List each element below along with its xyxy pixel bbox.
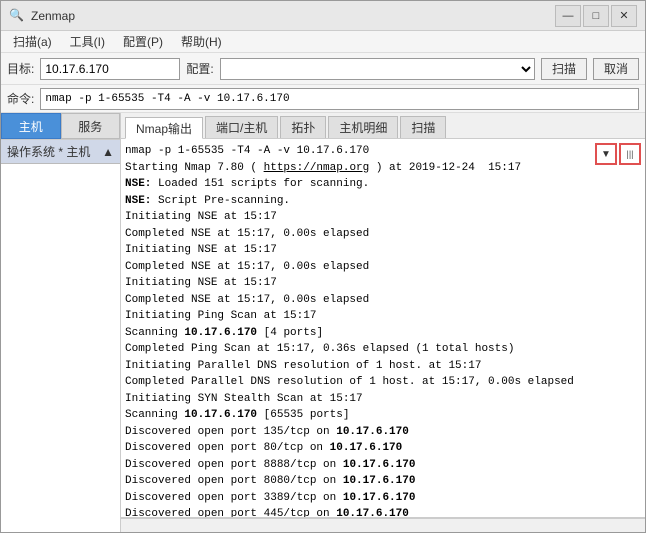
title-bar-left: 🔍 Zenmap bbox=[9, 8, 75, 24]
sidebar-tabs: 主机 服务 bbox=[1, 113, 120, 140]
sidebar-header-text: 操作系统 * 主机 bbox=[7, 143, 90, 160]
main-window: 🔍 Zenmap — □ ✕ 扫描(a) 工具(I) 配置(P) 帮助(H) 目… bbox=[0, 0, 646, 533]
cancel-button[interactable]: 取消 bbox=[593, 58, 639, 80]
tab-ports-hosts[interactable]: 端口/主机 bbox=[205, 116, 278, 138]
menu-tools[interactable]: 工具(I) bbox=[62, 31, 113, 52]
scan-button[interactable]: 扫描 bbox=[541, 58, 587, 80]
tab-nmap-output[interactable]: Nmap输出 bbox=[125, 117, 203, 139]
maximize-button[interactable]: □ bbox=[583, 5, 609, 27]
menu-profile[interactable]: 配置(P) bbox=[115, 31, 171, 52]
tab-topology[interactable]: 拓扑 bbox=[280, 116, 326, 138]
target-input[interactable] bbox=[40, 58, 180, 80]
output-text: nmap -p 1-65535 -T4 -A -v 10.17.6.170 St… bbox=[125, 143, 641, 518]
output-area: ▼ ||| nmap -p 1-65535 -T4 -A -v 10.17.6.… bbox=[121, 139, 645, 518]
target-label: 目标: bbox=[7, 60, 34, 77]
sidebar-host-list bbox=[1, 164, 120, 532]
profile-select[interactable] bbox=[220, 58, 535, 80]
app-icon: 🔍 bbox=[9, 8, 25, 24]
tab-host[interactable]: 主机 bbox=[1, 113, 61, 139]
sidebar: 主机 服务 操作系统 * 主机 ▲ bbox=[1, 113, 121, 532]
scrollbar-area bbox=[121, 518, 645, 532]
minimize-button[interactable]: — bbox=[555, 5, 581, 27]
content-tabs: Nmap输出 端口/主机 拓扑 主机明细 扫描 bbox=[121, 113, 645, 139]
toolbar: 目标: 配置: 扫描 取消 bbox=[1, 53, 645, 85]
command-label: 命令: bbox=[7, 90, 34, 107]
window-title: Zenmap bbox=[31, 9, 75, 23]
title-bar: 🔍 Zenmap — □ ✕ bbox=[1, 1, 645, 31]
output-dropdown-button[interactable]: ▼ bbox=[595, 143, 617, 165]
menu-scan[interactable]: 扫描(a) bbox=[5, 31, 60, 52]
output-toolbar: ▼ ||| bbox=[595, 143, 641, 165]
tab-service[interactable]: 服务 bbox=[61, 113, 121, 139]
command-bar: 命令: bbox=[1, 85, 645, 113]
content-area: Nmap输出 端口/主机 拓扑 主机明细 扫描 ▼ ||| nmap -p 1-… bbox=[121, 113, 645, 532]
close-button[interactable]: ✕ bbox=[611, 5, 637, 27]
nmap-url[interactable]: https://nmap.org bbox=[264, 162, 370, 174]
tab-scans[interactable]: 扫描 bbox=[400, 116, 446, 138]
command-input[interactable] bbox=[40, 88, 639, 110]
output-clear-button[interactable]: ||| bbox=[619, 143, 641, 165]
menu-help[interactable]: 帮助(H) bbox=[173, 31, 230, 52]
main-area: 主机 服务 操作系统 * 主机 ▲ Nmap输出 端口/主机 拓扑 主机明细 扫… bbox=[1, 113, 645, 532]
sidebar-header: 操作系统 * 主机 ▲ bbox=[1, 140, 120, 164]
output-command: nmap -p 1-65535 -T4 -A -v 10.17.6.170 bbox=[125, 145, 369, 157]
window-controls: — □ ✕ bbox=[555, 5, 637, 27]
sidebar-sort-icon[interactable]: ▲ bbox=[102, 145, 114, 159]
menu-bar: 扫描(a) 工具(I) 配置(P) 帮助(H) bbox=[1, 31, 645, 53]
profile-label: 配置: bbox=[186, 60, 213, 77]
tab-host-details[interactable]: 主机明细 bbox=[328, 116, 398, 138]
